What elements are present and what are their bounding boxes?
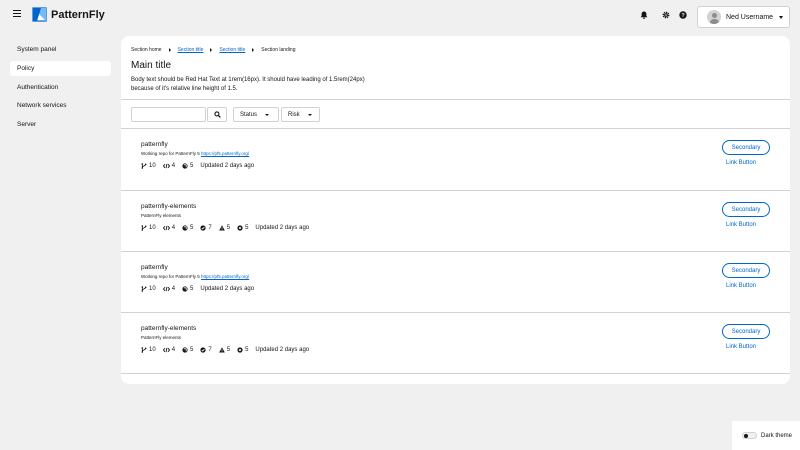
sidebar-item-authentication[interactable]: Authentication	[10, 80, 111, 95]
check-circle-icon	[200, 347, 206, 353]
angle-right-icon	[210, 48, 213, 52]
repo-name: patternfly-elements	[141, 325, 197, 332]
code-branch-icon	[141, 347, 147, 353]
updated-text: Updated 2 days ago	[255, 347, 310, 353]
code-branch-icon	[141, 163, 147, 169]
sidebar-item-system-panel[interactable]: System panel	[10, 42, 111, 57]
list-item: patternfly Working repo for PatternFly 5…	[121, 252, 790, 313]
secondary-button[interactable]: Secondary	[722, 324, 770, 339]
code-fork-icon	[162, 225, 170, 231]
code-fork-icon	[162, 347, 170, 353]
breadcrumb-link[interactable]: Section title	[178, 47, 204, 53]
repo-stats: 10 4 5 7 5 5 Updated 2 days ago	[141, 225, 309, 231]
repo-description: PatternFly elements	[141, 213, 182, 218]
status-select[interactable]: Status	[233, 107, 279, 122]
repo-description: Working repo for PatternFly 5 https://pf…	[141, 151, 250, 156]
divider	[121, 99, 790, 100]
list-item: patternfly-elements PatternFly elements …	[121, 313, 790, 374]
breadcrumb-item[interactable]: Section home	[131, 47, 162, 53]
list-item: patternfly-elements PatternFly elements …	[121, 191, 790, 252]
error-circle-icon	[237, 225, 243, 231]
avatar	[707, 10, 721, 24]
brand-name: PatternFly	[51, 8, 105, 21]
pull-request-icon	[182, 286, 188, 292]
warning-icon	[218, 225, 225, 231]
link-button[interactable]: Link Button	[726, 283, 756, 289]
bell-icon[interactable]	[639, 10, 648, 19]
code-branch-icon	[141, 286, 147, 292]
angle-right-icon	[168, 48, 171, 52]
logo-icon	[32, 7, 47, 22]
sidebar-item-network-services[interactable]: Network services	[10, 98, 111, 113]
breadcrumb-link[interactable]: Section title	[219, 47, 245, 53]
breadcrumb: Section home Section title Section title…	[131, 47, 296, 53]
secondary-button[interactable]: Secondary	[722, 140, 770, 155]
caret-down-icon	[265, 113, 270, 116]
link-button[interactable]: Link Button	[726, 344, 756, 350]
link-button[interactable]: Link Button	[726, 222, 756, 228]
repo-stats: 10 4 5 7 5 5 Updated 2 days ago	[141, 347, 309, 353]
search-button[interactable]	[207, 107, 227, 122]
repo-name: patternfly	[141, 264, 168, 271]
check-circle-icon	[200, 225, 206, 231]
repo-description: Working repo for PatternFly 5 https://pf…	[141, 274, 250, 279]
caret-down-icon	[307, 113, 312, 116]
updated-text: Updated 2 days ago	[200, 163, 255, 169]
pull-request-icon	[182, 225, 188, 231]
pull-request-icon	[182, 347, 188, 353]
masthead: PatternFly ? Ned Username	[0, 0, 800, 32]
error-circle-icon	[237, 347, 243, 353]
code-fork-icon	[162, 286, 170, 292]
repo-link[interactable]: https://pf5.patternfly.org/	[201, 274, 249, 279]
divider	[121, 373, 790, 374]
warning-icon	[218, 347, 225, 353]
menu-icon[interactable]	[13, 10, 21, 18]
brand-logo[interactable]: PatternFly	[32, 7, 105, 22]
main-panel: Section home Section title Section title…	[121, 36, 790, 384]
user-menu-toggle[interactable]: Ned Username	[697, 6, 790, 28]
page-title: Main title	[131, 60, 172, 71]
repo-name: patternfly	[141, 141, 168, 148]
updated-text: Updated 2 days ago	[200, 286, 255, 292]
page-description: Body text should be Red Hat Text at 1rem…	[131, 77, 365, 92]
help-icon[interactable]: ?	[678, 10, 687, 19]
sidebar-item-server[interactable]: Server	[10, 117, 111, 132]
breadcrumb-current: Section landing	[261, 47, 296, 53]
code-branch-icon	[141, 225, 147, 231]
dark-theme-label: Dark theme	[761, 432, 793, 439]
link-button[interactable]: Link Button	[726, 160, 756, 166]
search-input[interactable]	[131, 107, 206, 122]
caret-down-icon	[779, 15, 784, 19]
dark-theme-switch[interactable]	[742, 432, 757, 439]
updated-text: Updated 2 days ago	[255, 225, 310, 231]
angle-right-icon	[252, 48, 255, 52]
repo-description: PatternFly elements	[141, 335, 182, 340]
pull-request-icon	[182, 163, 188, 169]
repo-stats: 10 4 5 Updated 2 days ago	[141, 286, 254, 292]
dark-theme-control: Dark theme	[732, 421, 800, 450]
risk-select[interactable]: Risk	[281, 107, 320, 122]
repo-stats: 10 4 5 Updated 2 days ago	[141, 163, 254, 169]
gear-icon[interactable]	[661, 10, 670, 19]
user-name: Ned Username	[726, 13, 774, 21]
repo-link[interactable]: https://pf5.patternfly.org/	[201, 151, 249, 156]
secondary-button[interactable]: Secondary	[722, 202, 770, 217]
list-item: patternfly Working repo for PatternFly 5…	[121, 129, 790, 190]
secondary-button[interactable]: Secondary	[722, 263, 770, 278]
repo-name: patternfly-elements	[141, 203, 197, 210]
sidebar-item-policy[interactable]: Policy	[10, 61, 111, 76]
code-fork-icon	[162, 163, 170, 169]
search-icon	[213, 111, 221, 118]
